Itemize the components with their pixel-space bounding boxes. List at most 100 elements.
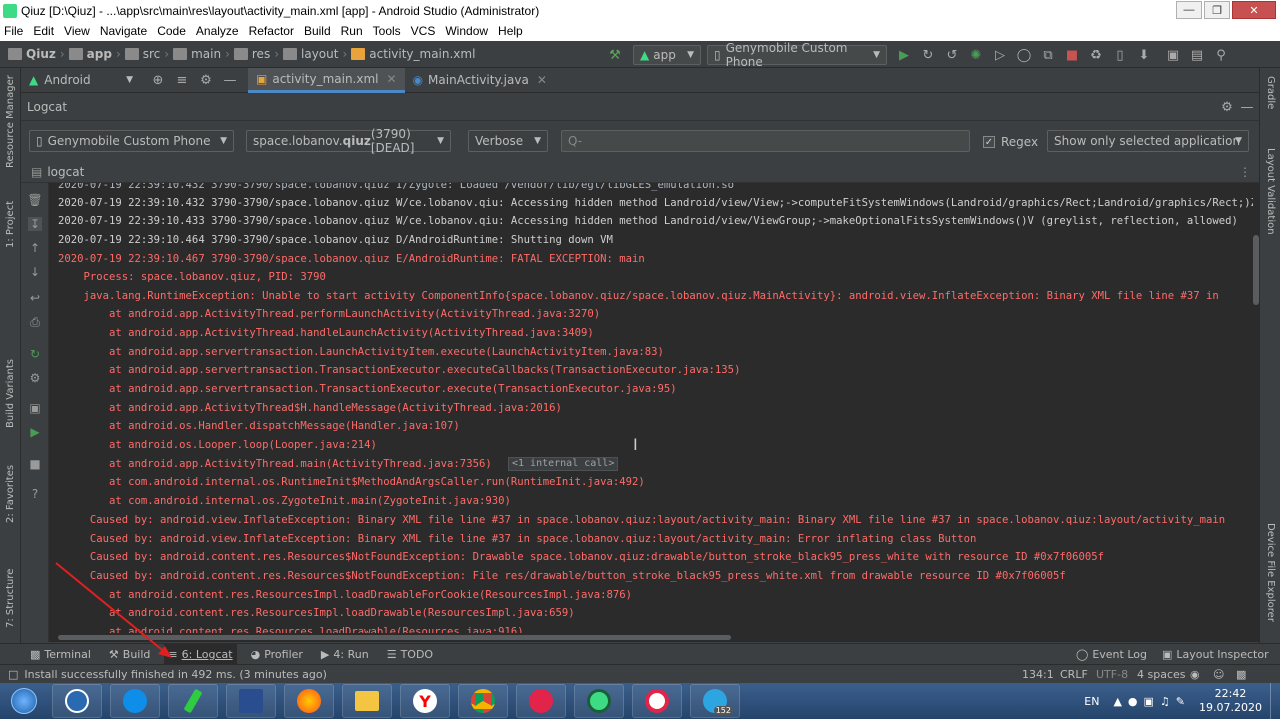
taskbar-explorer-icon[interactable]: [342, 684, 392, 718]
breadcrumb-item[interactable]: src: [143, 47, 161, 61]
gear-icon[interactable]: ⚙: [1218, 98, 1236, 116]
breadcrumb-item[interactable]: activity_main.xml: [369, 47, 475, 61]
taskbar-genymotion-player-icon[interactable]: [632, 684, 682, 718]
sync-gradle-icon[interactable]: ♻: [1087, 46, 1105, 64]
horizontal-scroll-thumb[interactable]: [58, 635, 731, 640]
search-icon[interactable]: ⚲: [1212, 46, 1230, 64]
run-tab[interactable]: ▶ 4: Run: [317, 644, 373, 665]
resource-manager-tab[interactable]: Resource Manager: [5, 75, 16, 168]
taskbar-yandex-icon[interactable]: Y: [400, 684, 450, 718]
internal-call-fold[interactable]: <1 internal call>: [508, 457, 619, 471]
sdk-manager-icon[interactable]: ⬇: [1135, 46, 1153, 64]
structure-tab[interactable]: 7: Structure: [5, 569, 16, 628]
menu-window[interactable]: Window: [445, 24, 488, 38]
menu-file[interactable]: File: [4, 24, 23, 38]
minimize-button[interactable]: —: [1176, 1, 1202, 19]
profiler-tab[interactable]: ◕ Profiler: [247, 644, 307, 665]
help-icon[interactable]: ?: [28, 487, 42, 501]
show-desktop-button[interactable]: [1270, 683, 1280, 719]
collapse-all-icon[interactable]: ≡: [173, 71, 191, 89]
process-dropdown[interactable]: space.lobanov. qiuz (3790) [DEAD] ▼: [246, 127, 451, 155]
terminal-tab[interactable]: ▩ Terminal: [26, 644, 95, 665]
project-view-select[interactable]: ▲ Android ▼: [21, 68, 141, 93]
network-icon[interactable]: ▣: [1144, 695, 1154, 708]
menu-code[interactable]: Code: [157, 24, 186, 38]
taskbar-firefox-icon[interactable]: [284, 684, 334, 718]
pen-icon[interactable]: ✎: [1176, 695, 1185, 708]
taskbar-color-picker-icon[interactable]: [168, 684, 218, 718]
soft-wrap-icon[interactable]: ↩: [28, 291, 42, 305]
menu-vcs[interactable]: VCS: [411, 24, 436, 38]
stop-icon[interactable]: ■: [1063, 46, 1081, 64]
device-select[interactable]: ▯ Genymobile Custom Phone ▼: [707, 41, 887, 69]
taskbar-genymotion-icon[interactable]: [516, 684, 566, 718]
clock[interactable]: 22:42 19.07.2020: [1199, 687, 1262, 715]
breadcrumb-item[interactable]: main: [191, 47, 221, 61]
layout-validation-tab[interactable]: Layout Validation: [1265, 148, 1276, 235]
logcat-search-input[interactable]: Q-: [561, 130, 970, 152]
menu-run[interactable]: Run: [341, 24, 363, 38]
taskbar-teamviewer-icon[interactable]: [110, 684, 160, 718]
device-dropdown[interactable]: ▯Genymobile Custom Phone And▼: [29, 130, 234, 152]
layout-inspector-icon[interactable]: ▤: [1188, 46, 1206, 64]
debug-icon[interactable]: ✺: [967, 46, 985, 64]
coverage-icon[interactable]: ▷: [991, 46, 1009, 64]
taskbar-android-studio-icon[interactable]: [574, 684, 624, 718]
screenshot-icon[interactable]: ▣: [28, 401, 42, 415]
menu-refactor[interactable]: Refactor: [249, 24, 294, 38]
build-variants-tab[interactable]: Build Variants: [5, 359, 16, 428]
attach-debugger-icon[interactable]: ⧉: [1039, 46, 1057, 64]
taskbar-telegram-icon[interactable]: 152: [690, 684, 740, 718]
minimize-panel-icon[interactable]: —: [1238, 98, 1256, 116]
menu-build[interactable]: Build: [304, 24, 331, 38]
scroll-to-end-icon[interactable]: ↧: [28, 217, 42, 231]
tab-main-activity[interactable]: ◉ MainActivity.java ✕: [405, 68, 555, 93]
todo-tab[interactable]: ☰ TODO: [383, 644, 437, 665]
clear-logcat-icon[interactable]: 🗑: [27, 193, 42, 207]
project-tab[interactable]: 1: Project: [5, 201, 16, 248]
tab-activity-main[interactable]: ▣ activity_main.xml ✕: [248, 67, 405, 93]
project-structure-icon[interactable]: ▣: [1164, 46, 1182, 64]
vertical-scroll-thumb[interactable]: [1253, 235, 1259, 305]
menu-edit[interactable]: Edit: [33, 24, 54, 38]
favorites-tab[interactable]: 2: Favorites: [5, 465, 16, 523]
menu-analyze[interactable]: Analyze: [196, 24, 239, 38]
layout-inspector-tab[interactable]: ▣ Layout Inspector: [1158, 644, 1273, 665]
taskbar-app-control-panel-icon[interactable]: [52, 684, 102, 718]
device-file-explorer-tab[interactable]: Device File Explorer: [1265, 523, 1276, 622]
indent-setting[interactable]: 4 spaces: [1137, 668, 1186, 681]
run-icon[interactable]: ▶: [895, 46, 913, 64]
line-separator[interactable]: CRLF: [1060, 668, 1088, 681]
hide-icon[interactable]: —: [221, 71, 239, 89]
start-button[interactable]: [4, 683, 44, 719]
language-indicator[interactable]: EN: [1084, 695, 1099, 708]
apply-changes-icon[interactable]: ↻: [919, 46, 937, 64]
run-config-select[interactable]: ▲ app ▼: [633, 45, 701, 65]
breadcrumb-item[interactable]: res: [252, 47, 270, 61]
breadcrumb-item[interactable]: layout: [301, 47, 338, 61]
close-button[interactable]: ✕: [1232, 1, 1276, 19]
taskbar-save-icon[interactable]: [226, 684, 276, 718]
event-log-tab[interactable]: ◯ Event Log: [1072, 644, 1151, 665]
hammer-icon[interactable]: ⚒: [606, 46, 624, 64]
tray-app-icon[interactable]: ●: [1128, 695, 1138, 708]
apply-code-icon[interactable]: ↺: [943, 46, 961, 64]
breadcrumb-item[interactable]: Qiuz: [26, 47, 56, 61]
volume-icon[interactable]: ♫: [1160, 695, 1170, 708]
memory-icon[interactable]: ▩: [1236, 668, 1246, 681]
logcat-output[interactable]: 2020-07-19 22:39:10.432 3790-3790/space.…: [49, 183, 1253, 633]
inspector-icon[interactable]: ☺: [1213, 668, 1224, 681]
avd-manager-icon[interactable]: ▯: [1111, 46, 1129, 64]
print-icon[interactable]: ⎙: [28, 315, 42, 329]
tray-expand-icon[interactable]: ▲: [1113, 695, 1121, 708]
file-encoding[interactable]: UTF-8: [1096, 668, 1128, 681]
restart-icon[interactable]: ↻: [28, 347, 42, 361]
down-arrow-icon[interactable]: ↓: [28, 265, 42, 279]
locate-icon[interactable]: ⊕: [149, 71, 167, 89]
logcat-tab[interactable]: ≡ 6: Logcat: [164, 643, 237, 665]
cursor-position[interactable]: 134:1: [1022, 668, 1054, 681]
taskbar-chrome-icon[interactable]: [458, 684, 508, 718]
menu-help[interactable]: Help: [498, 24, 523, 38]
up-arrow-icon[interactable]: ↑: [28, 241, 42, 255]
log-level-dropdown[interactable]: Verbose ▼: [468, 130, 548, 152]
